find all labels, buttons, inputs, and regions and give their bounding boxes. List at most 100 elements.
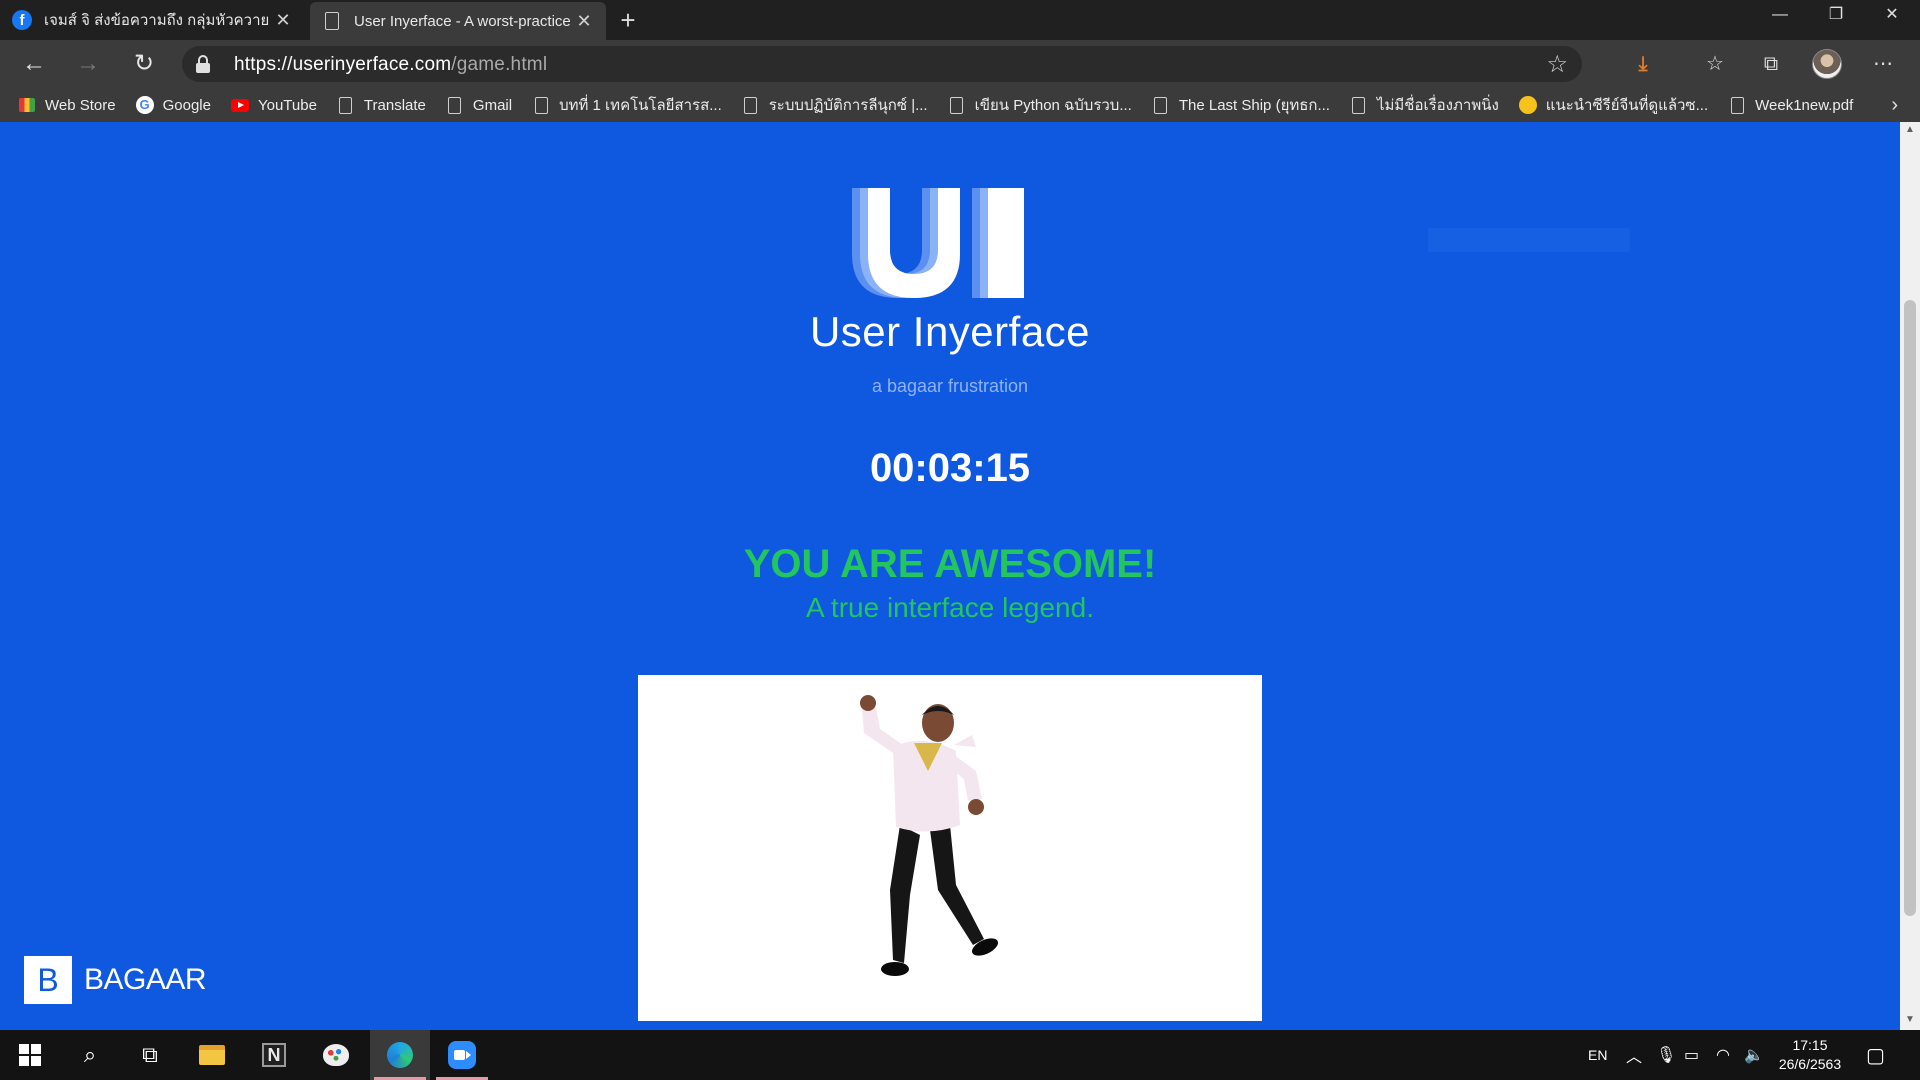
page-scrollbar[interactable]: ▲ ▼ [1900,122,1920,1030]
bookmark-label: Week1new.pdf [1755,96,1854,114]
new-tab-button[interactable]: + [612,4,644,36]
scroll-down-arrow[interactable]: ▼ [1904,1014,1916,1025]
page-icon [532,96,550,114]
tray-overflow-icon[interactable]: ︿ [1626,1030,1642,1080]
refresh-button[interactable]: ↻ [126,48,162,80]
windows-taskbar: ⌕ ⧉ N EN ︿ 🎙 ▭ ◠ 🔈 17:15 26/6/2563 ▢ [0,1030,1920,1080]
notion-icon[interactable]: N [244,1030,304,1080]
restore-button[interactable]: ❐ [1808,0,1864,30]
windows-icon [19,1044,41,1066]
dancing-man-illustration [860,695,999,976]
favorites-icon[interactable]: ☆ [1700,50,1730,78]
bookmark-translate[interactable]: Translate [337,96,426,114]
bookmarks-more-icon[interactable]: › [1891,94,1898,117]
url-path: /game.html [451,54,548,75]
bookmark-label: Web Store [45,96,116,114]
close-window-button[interactable]: ✕ [1864,0,1920,30]
system-clock[interactable]: 17:15 26/6/2563 [1772,1036,1848,1074]
wifi-icon[interactable]: ◠ [1716,1030,1730,1080]
forward-button[interactable]: → [70,48,106,80]
window-controls: — ❐ ✕ [1752,0,1920,32]
dancing-man-image [638,675,1262,1021]
hidden-button[interactable] [1428,228,1630,252]
scroll-up-arrow[interactable]: ▲ [1904,124,1916,135]
close-icon[interactable]: ✕ [574,11,594,32]
close-icon[interactable]: ✕ [273,10,293,31]
edge-browser-icon[interactable] [370,1030,430,1080]
page-icon [446,96,464,114]
google-icon: G [135,96,154,114]
bookmark-label: Gmail [472,96,513,114]
bookmark-youtube[interactable]: YouTube [230,96,317,114]
bookmark-label: เขียน Python ฉบับรวบ... [974,97,1132,114]
bookmark-item[interactable]: ระบบปฏิบัติการลีนุกซ์ |... [742,93,928,117]
download-icon[interactable]: ⤓ [1628,50,1658,78]
bookmark-item[interactable]: เขียน Python ฉบับรวบ... [948,93,1132,117]
youtube-icon [230,96,249,114]
site-title: User Inyerface [809,308,1091,355]
page-icon [1728,96,1746,114]
tab-user-inyerface[interactable]: User Inyerface - A worst-practice ✕ [310,2,606,40]
facebook-icon: f [12,10,32,30]
page-viewport: User Inyerface a bagaar frustration 00:0… [0,122,1900,1030]
page-icon [742,96,760,114]
bookmark-label: แนะนำซีรีย์จีนที่ดูแล้วซ... [1545,97,1709,114]
page-icon [948,96,966,114]
start-button[interactable] [0,1030,60,1080]
bagaar-logo[interactable]: B BAGAAR [24,956,207,1004]
ui-logo [852,188,1024,298]
bookmark-gmail[interactable]: Gmail [446,96,512,114]
profile-avatar[interactable] [1812,49,1842,79]
bookmark-label: Translate [363,96,426,114]
success-tagline: A true interface legend. [806,592,1094,623]
tab-title: เจมส์ จิ ส่งข้อความถึง กลุ่มหัวควาย [44,12,270,29]
battery-icon[interactable]: ▭ [1684,1030,1699,1080]
task-view-icon[interactable]: ⧉ [120,1030,180,1080]
browser-title-bar: f เจมส์ จิ ส่งข้อความถึง กลุ่มหัวควาย ✕ … [0,0,1920,40]
bookmark-label: ไม่มีชื่อเรื่องภาพนิ่ง [1376,97,1499,114]
clock-time: 17:15 [1792,1037,1828,1053]
web-store-icon [18,96,36,114]
bookmark-web-store[interactable]: Web Store [18,96,116,114]
bookmark-item[interactable]: The Last Ship (ยุทธก... [1152,93,1330,117]
address-bar[interactable]: https://userinyerface.com/game.html ☆ [182,46,1582,82]
file-explorer-icon[interactable] [182,1030,242,1080]
scrollbar-thumb[interactable] [1904,300,1916,916]
browser-toolbar: ← → ↻ https://userinyerface.com/game.htm… [0,40,1920,88]
clock-date: 26/6/2563 [1778,1056,1842,1072]
bookmark-label: YouTube [257,96,317,114]
zoom-icon[interactable] [432,1030,492,1080]
microphone-icon[interactable]: 🎙 [1656,1030,1676,1080]
language-indicator[interactable]: EN [1588,1030,1607,1080]
minimize-button[interactable]: — [1752,0,1808,30]
site-subtitle: a bagaar frustration [871,376,1029,396]
collections-icon[interactable]: ⧉ [1756,50,1786,78]
paint-icon[interactable] [306,1030,366,1080]
bookmark-label: The Last Ship (ยุทธก... [1178,97,1330,114]
tab-facebook[interactable]: f เจมส์ จิ ส่งข้อความถึง กลุ่มหัวควาย ✕ [0,0,305,40]
more-menu-icon[interactable]: ⋯ [1868,50,1898,78]
bookmark-label: ระบบปฏิบัติการลีนุกซ์ |... [768,97,928,114]
bookmark-label: บทที่ 1 เทคโนโลยีสารส... [559,97,722,114]
back-button[interactable]: ← [16,48,52,80]
bookmark-item[interactable]: Week1new.pdf [1728,96,1853,114]
bagaar-logo-text: BAGAAR [84,963,207,996]
bookmark-item[interactable]: บทที่ 1 เทคโนโลยีสารส... [532,93,722,117]
success-headline: YOU ARE AWESOME! [743,542,1157,586]
bookmark-label: Google [162,96,211,114]
search-icon[interactable]: ⌕ [60,1030,120,1080]
notifications-icon[interactable]: ▢ [1866,1030,1885,1080]
url-host: https://userinyerface.com [234,54,452,75]
page-icon [1350,96,1368,114]
lock-icon [196,55,210,73]
bookmark-item[interactable]: ไม่มีชื่อเรื่องภาพนิ่ง [1350,93,1499,117]
volume-icon[interactable]: 🔈 [1744,1030,1764,1080]
bookmark-google[interactable]: G Google [135,96,211,114]
page-icon [322,11,342,31]
bookmark-item[interactable]: แนะนำซีรีย์จีนที่ดูแล้วซ... [1518,93,1709,117]
game-timer: 00:03:15 [869,446,1031,490]
url-text[interactable]: https://userinyerface.com/game.html [234,54,547,76]
page-icon [337,96,355,114]
tab-title: User Inyerface - A worst-practice [354,12,571,30]
favorite-star-icon[interactable]: ☆ [1546,50,1568,79]
